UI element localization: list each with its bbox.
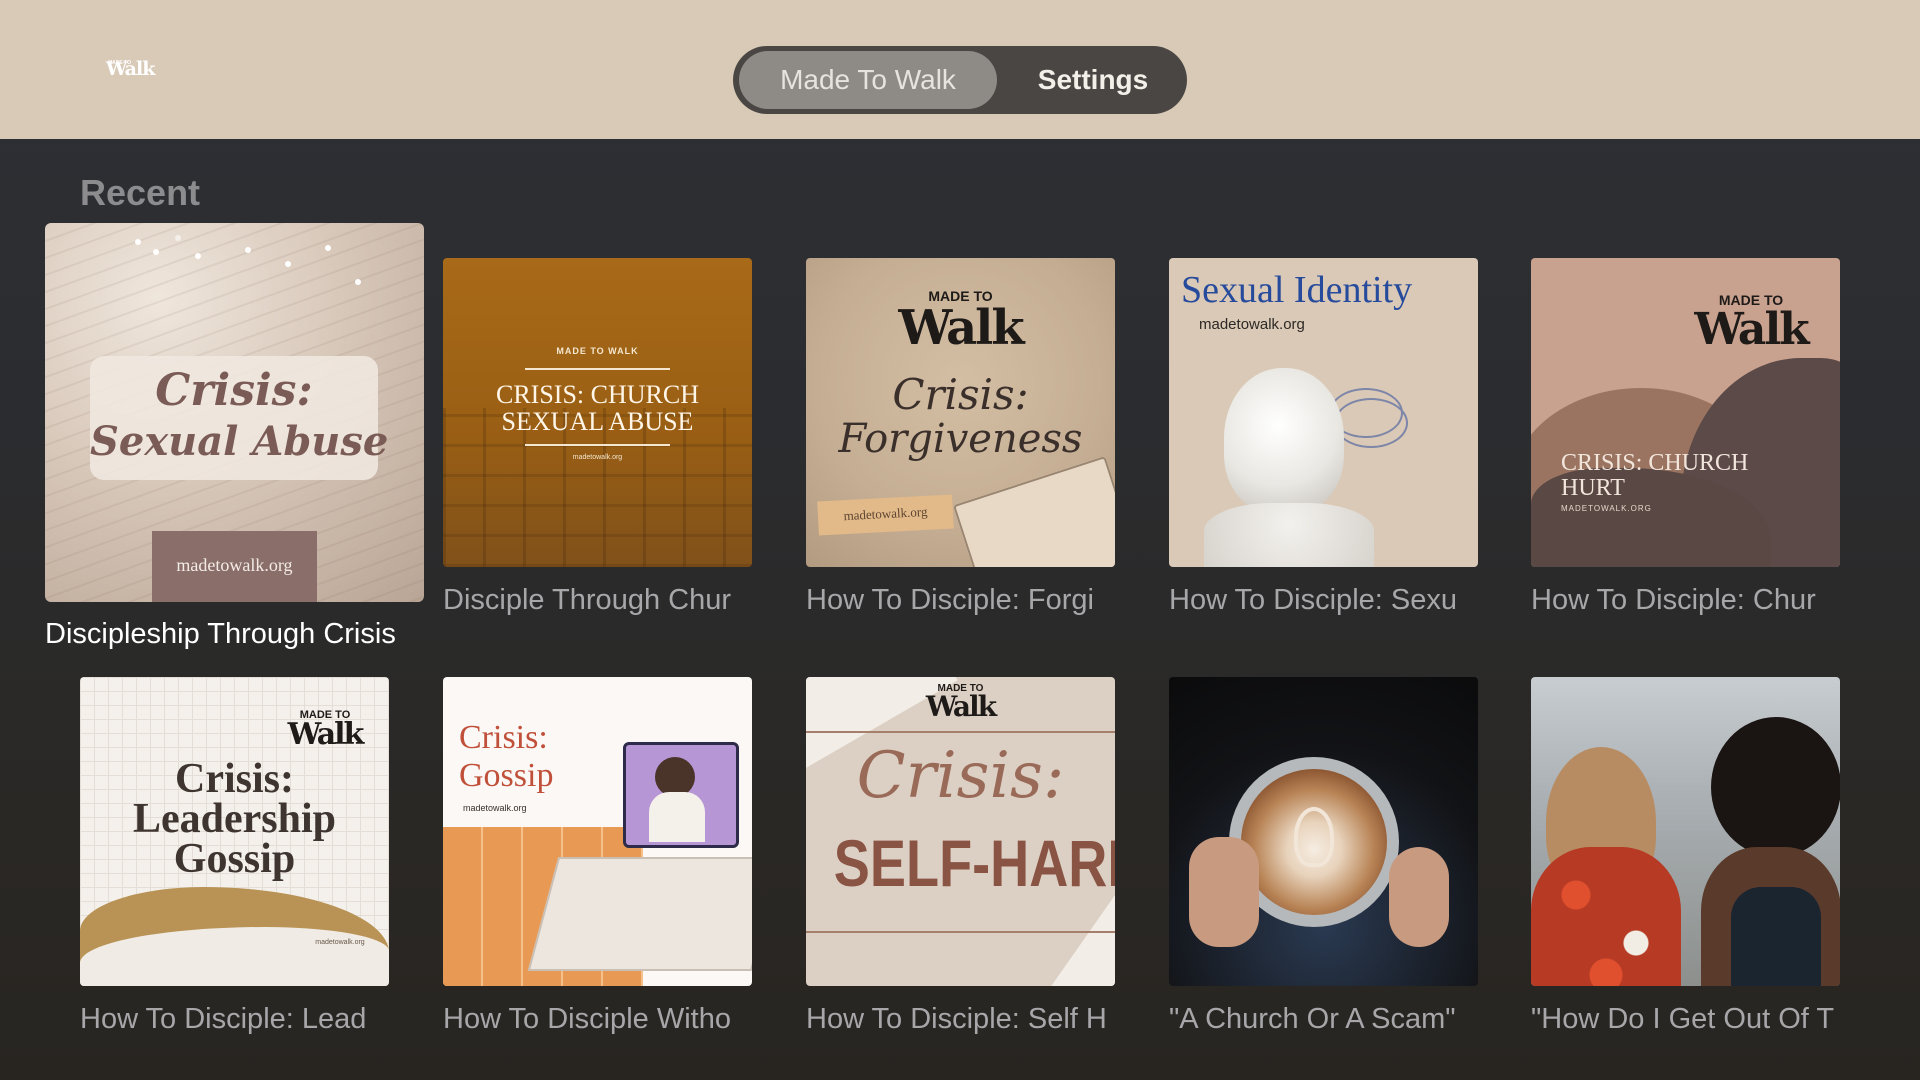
episode-title: How To Disciple: Self H	[806, 1003, 1107, 1035]
artwork-brand: Walk	[287, 717, 365, 752]
artwork-footer: madetowalk.org	[572, 454, 623, 461]
episode-artwork: Sexual Identity madetowalk.org	[1169, 258, 1478, 567]
episode-artwork: MADE TO Walk Crisis: Leadership Gossip m…	[80, 677, 389, 986]
episode-title: Disciple Through Chur	[443, 584, 731, 616]
episode-title: How To Disciple: Lead	[80, 1003, 367, 1035]
section-title-recent: Recent	[80, 172, 201, 213]
artwork-title-line1: CRISIS: CHURCH	[1561, 450, 1749, 476]
episode-artwork: Crisis: Sexual Abuse madetowalk.org	[45, 223, 424, 602]
episode-artwork	[1531, 677, 1840, 986]
episode-title: Discipleship Through Crisis	[45, 618, 396, 650]
tab-made-to-walk[interactable]: Made To Walk	[739, 51, 997, 109]
artwork-brand: Walk	[925, 690, 997, 723]
artwork-brand: Walk	[1694, 304, 1809, 355]
artwork-title-line1: CRISIS: CHURCH	[496, 380, 699, 409]
artwork-title-line1: Sexual Identity	[1181, 269, 1413, 311]
tab-bar: Made To Walk Settings	[733, 46, 1187, 114]
episode-artwork: MADE TO Walk CRISIS: CHURCH HURT MADETOW…	[1531, 258, 1840, 567]
app-logo: MADE TO Walk	[106, 58, 155, 80]
episode-title: How To Disciple: Forgi	[806, 584, 1094, 616]
episode-title: How To Disciple: Sexu	[1169, 584, 1457, 616]
artwork-title-line1: Crisis:	[155, 365, 313, 416]
artwork-title-line1: Crisis:	[892, 370, 1029, 419]
episode-artwork: MADE TO Walk Crisis: SELF-HARM	[806, 677, 1115, 986]
artwork-brand: MADE TO WALK	[556, 346, 639, 356]
artwork-footer: madetowalk.org	[176, 555, 293, 575]
episode-title: "A Church Or A Scam"	[1169, 1003, 1456, 1035]
episode-artwork: MADE TO Walk Crisis: Forgiveness madetow…	[806, 258, 1115, 567]
artwork-title-line2: Forgiveness	[838, 416, 1083, 462]
tab-settings[interactable]: Settings	[1005, 51, 1181, 109]
episode-artwork: Crisis: Gossip madetowalk.org	[443, 677, 752, 986]
artwork-brand: Walk	[898, 300, 1024, 356]
artwork-footer: madetowalk.org	[1199, 316, 1305, 333]
artwork-title-line1: Crisis:	[856, 739, 1065, 813]
artwork-title-line2: Sexual Abuse	[90, 418, 389, 465]
artwork-footer: madetowalk.org	[315, 939, 365, 946]
episode-title: "How Do I Get Out Of T	[1531, 1003, 1835, 1035]
artwork-title-line3: Gossip	[173, 836, 296, 882]
episode-artwork: MADE TO WALK CRISIS: CHURCH SEXUAL ABUSE…	[443, 258, 752, 567]
artwork-title-line2: SEXUAL ABUSE	[501, 407, 694, 436]
artwork-footer: madetowalk.org	[463, 803, 527, 813]
artwork-title-line2: HURT	[1561, 475, 1625, 501]
episode-title: How To Disciple Witho	[443, 1003, 731, 1035]
episode-title: How To Disciple: Chur	[1531, 584, 1816, 616]
top-bar: MADE TO Walk Made To Walk Settings	[0, 0, 1920, 139]
artwork-title-line2: Gossip	[459, 757, 554, 794]
artwork-footer: MADETOWALK.ORG	[1561, 504, 1652, 513]
artwork-title-line2: SELF-HARM	[833, 826, 1115, 900]
artwork-title-line1: Crisis:	[459, 719, 548, 756]
episode-artwork	[1169, 677, 1478, 986]
